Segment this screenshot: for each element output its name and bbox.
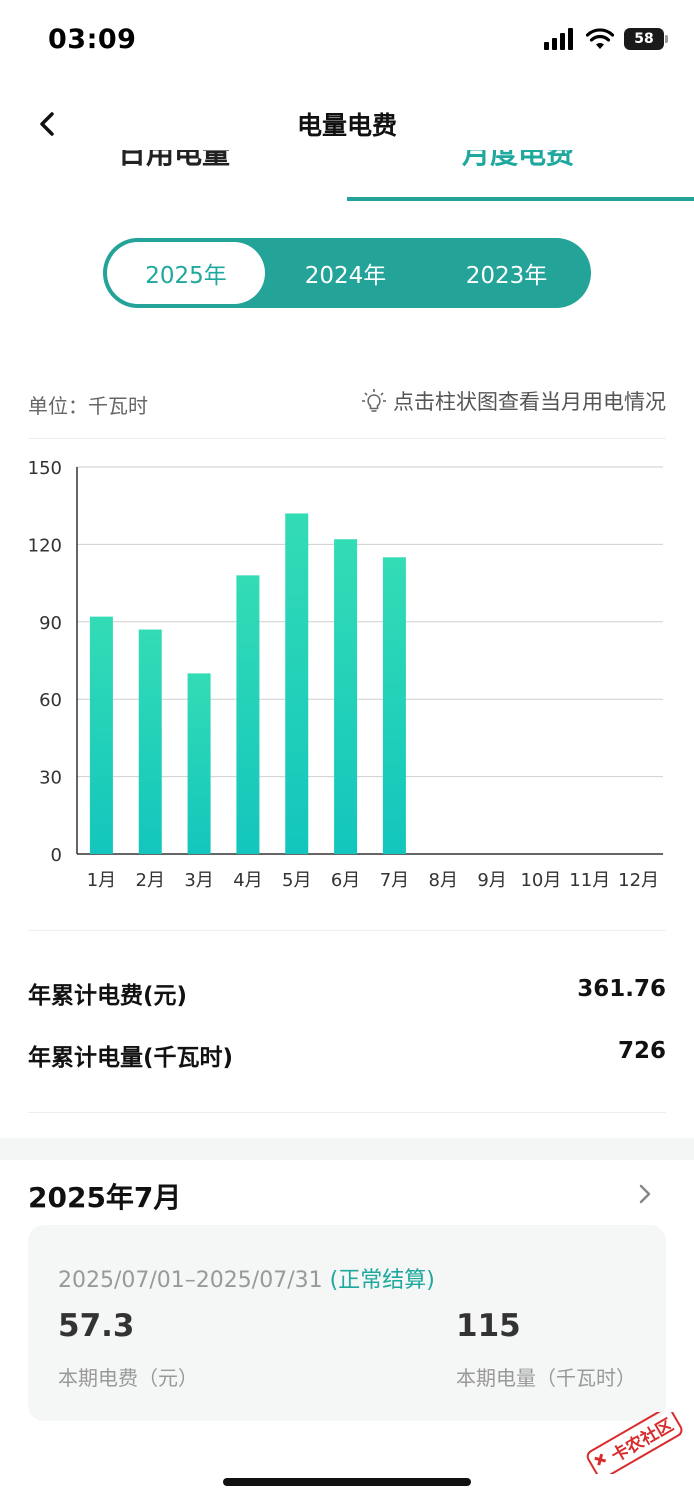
battery-icon: 58: [624, 28, 668, 50]
tab-bar: 日用电量 月度电费: [90, 150, 650, 178]
signal-icon: [544, 28, 573, 50]
y-tick-label: 0: [51, 845, 62, 866]
lightbulb-icon: [362, 389, 386, 412]
x-tick-label: 12月: [618, 870, 659, 891]
x-tick-label: 10月: [520, 870, 561, 891]
x-tick-label: 6月: [331, 870, 360, 891]
bar-5月[interactable]: [285, 513, 309, 854]
chart-unit: 单位：千瓦时: [28, 394, 148, 418]
billing-period: 2025/07/01–2025/07/31 (正常结算): [58, 1262, 435, 1294]
home-indicator: [223, 1478, 471, 1486]
year-2023-button[interactable]: 2023年: [426, 242, 587, 304]
y-tick-label: 90: [39, 613, 62, 634]
bar-4月[interactable]: [236, 575, 260, 854]
annual-fee-value: 361.76: [577, 976, 666, 1002]
wifi-icon: [586, 28, 614, 49]
x-tick-label: 9月: [477, 870, 506, 891]
month-title[interactable]: 2025年7月: [28, 1176, 181, 1216]
divider-chart-bottom: [28, 930, 666, 931]
x-tick-label: 1月: [87, 870, 116, 891]
annual-energy-label: 年累计电量(千瓦时): [28, 1045, 234, 1071]
x-tick-label: 4月: [233, 870, 262, 891]
bar-7月[interactable]: [382, 557, 406, 854]
x-tick-label: 7月: [380, 870, 409, 891]
bar-2月[interactable]: [138, 629, 162, 854]
bar-6月[interactable]: [334, 539, 358, 854]
chevron-right-icon[interactable]: [636, 1180, 654, 1208]
page-title: 电量电费: [296, 111, 397, 140]
x-tick-label: 8月: [429, 870, 458, 891]
chart-hint: 点击柱状图查看当月用电情况: [361, 386, 666, 416]
billing-period-dates: 2025/07/01–2025/07/31: [58, 1268, 323, 1293]
x-tick-label: 5月: [282, 870, 311, 891]
x-tick-label: 2月: [136, 870, 165, 891]
monthly-usage-bar-chart: 0 30 60 90 120 150 1月 2月 3月 4月 5月 6月 7月 8月 9月 10月 11月 12月: [28, 458, 663, 891]
bar-3月[interactable]: [187, 673, 211, 854]
settlement-status: (正常结算): [329, 1268, 435, 1293]
period-energy-label: 本期电量（千瓦时）: [456, 1366, 636, 1390]
tab-daily[interactable]: 日用电量: [118, 150, 230, 172]
tab-monthly[interactable]: 月度电费: [462, 150, 574, 172]
y-tick-label: 30: [39, 768, 62, 789]
x-tick-label: 3月: [184, 870, 213, 891]
annual-energy-value: 726: [617, 1038, 666, 1064]
chart-hint-text: 点击柱状图查看当月用电情况: [393, 390, 666, 414]
x-tick-label: 11月: [569, 870, 610, 891]
y-tick-label: 60: [39, 690, 62, 711]
divider-top: [28, 438, 666, 439]
watermark-logo: 卡农社区: [586, 1412, 683, 1474]
status-time: 03:09: [48, 24, 137, 55]
y-tick-label: 120: [28, 535, 62, 556]
status-icons: 58: [544, 28, 668, 50]
bar-1月[interactable]: [89, 616, 113, 854]
year-selector: 2025年 2024年 2023年: [103, 238, 591, 308]
period-fee-label: 本期电费（元）: [58, 1366, 198, 1390]
year-2024-button[interactable]: 2024年: [265, 242, 426, 304]
annual-fee-label: 年累计电费(元): [28, 983, 188, 1009]
period-fee-value: 57.3: [58, 1308, 135, 1344]
tab-active-indicator: [347, 197, 694, 201]
year-2025-button[interactable]: 2025年: [107, 242, 265, 304]
period-energy-value: 115: [456, 1308, 521, 1344]
section-gap: [0, 1138, 694, 1160]
y-tick-label: 150: [28, 458, 62, 479]
divider-summary-bottom: [28, 1112, 666, 1113]
